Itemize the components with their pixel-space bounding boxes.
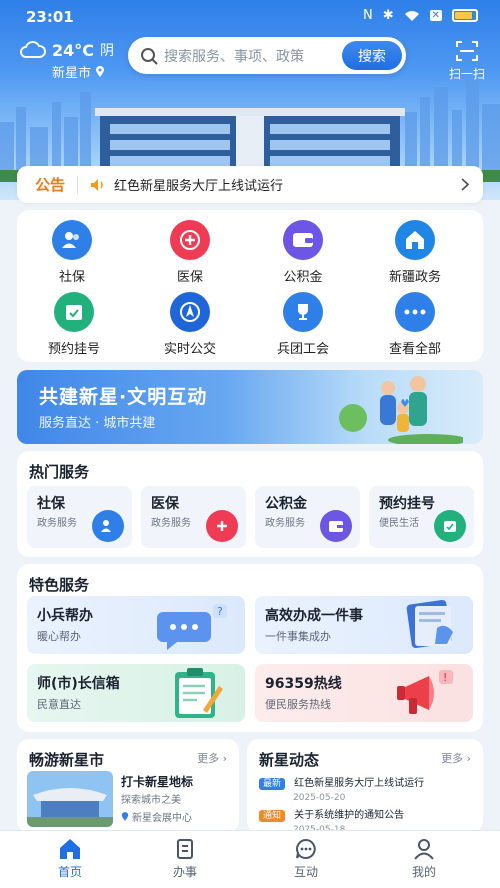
chat-icon	[296, 838, 316, 859]
featured-services-card: 特色服务 小兵帮办 暖心帮办 ? 高效办成一件事 一件事集成办 师(市)长信箱 …	[17, 564, 483, 732]
tour-title: 畅游新星市	[29, 751, 105, 769]
sim-off-icon: ✕	[429, 10, 442, 21]
feature-one-thing[interactable]: 高效办成一件事 一件事集成办	[255, 596, 473, 654]
grid-item-union[interactable]: 兵团工会	[258, 292, 348, 357]
news-tag-latest: 最新	[259, 778, 286, 790]
city-name: 新星市	[52, 66, 92, 81]
svg-text:?: ?	[217, 605, 223, 618]
plus-icon	[206, 510, 238, 542]
grid-item-medical-insurance[interactable]: 医保	[145, 220, 235, 285]
scan-label: 扫一扫	[448, 67, 485, 81]
grid-item-realtime-bus[interactable]: 实时公交	[145, 292, 235, 357]
tab-interact[interactable]: 互动	[266, 838, 346, 880]
tour-more-link[interactable]: 更多 ›	[197, 750, 227, 766]
hot-services-title: 热门服务	[29, 463, 90, 481]
service-grid: 社保 医保 公积金 新疆政务 预约挂号 实时公交 兵团工会 查看全部	[17, 210, 483, 362]
megaphone-icon: !	[397, 670, 453, 714]
feature-hotline[interactable]: 96359热线 便民服务热线 !	[255, 664, 473, 722]
grid-item-appointment[interactable]: 预约挂号	[29, 292, 119, 357]
scan-button[interactable]: 扫一扫	[448, 40, 486, 82]
bottom-tab-bar: 首页 办事 互动 我的	[0, 830, 500, 888]
bluetooth-icon: ✱	[382, 8, 394, 23]
banner-title: 共建新星·文明互动	[39, 386, 208, 408]
calendar-icon	[54, 292, 94, 332]
landmark-photo	[27, 771, 113, 827]
feature-helper[interactable]: 小兵帮办 暖心帮办 ?	[27, 596, 245, 654]
temperature: 24°C	[52, 40, 95, 60]
notice-bar[interactable]: 公告 红色新星服务大厅上线试运行	[17, 166, 483, 203]
clipboard-icon	[175, 668, 223, 718]
document-icon	[177, 839, 193, 859]
people-icon	[92, 510, 124, 542]
search-input[interactable]: 搜索服务、事项、政策	[164, 46, 342, 66]
status-bar: 23:01 N ✱ ✕	[0, 0, 500, 34]
tour-location: 新星会展中心	[132, 813, 192, 824]
hot-item-appointment[interactable]: 预约挂号 便民生活	[369, 486, 474, 548]
speaker-icon	[91, 178, 103, 191]
search-bar[interactable]: 搜索服务、事项、政策 搜索	[128, 37, 406, 74]
location-pin-icon	[96, 66, 105, 77]
chat-bubble-icon: ?	[157, 604, 227, 650]
family-illustration	[339, 376, 463, 444]
notice-text: 红色新星服务大厅上线试运行	[114, 179, 284, 194]
people-icon	[52, 220, 92, 260]
tour-item-title: 打卡新星地标	[121, 775, 194, 789]
folder-icon	[406, 599, 453, 649]
home-icon	[395, 220, 435, 260]
wallet-icon	[320, 510, 352, 542]
tour-item-subtitle: 探索城市之美	[121, 795, 181, 806]
grid-item-xinjiang-gov[interactable]: 新疆政务	[370, 220, 460, 285]
hot-services-card: 热门服务 社保 政务服务 医保 政务服务 公积金 政务服务 预约挂号 便民生活	[17, 451, 483, 557]
hot-item-housing-fund[interactable]: 公积金 政务服务	[255, 486, 360, 548]
cloud-icon	[20, 41, 46, 58]
wifi-icon	[404, 10, 419, 21]
wallet-icon	[283, 220, 323, 260]
home-icon	[60, 839, 80, 859]
status-time: 23:01	[26, 8, 74, 26]
search-button[interactable]: 搜索	[342, 41, 402, 70]
chevron-right-icon	[461, 178, 469, 191]
tab-home[interactable]: 首页	[30, 838, 110, 880]
battery-icon	[452, 9, 478, 22]
weather-widget[interactable]: 24°C 阴 新星市	[20, 40, 114, 81]
search-icon	[141, 47, 158, 65]
scan-icon	[456, 41, 478, 61]
tab-services[interactable]: 办事	[145, 838, 225, 880]
news-title: 新星动态	[259, 751, 320, 769]
promo-banner[interactable]: 共建新星·文明互动 服务直达 · 城市共建	[17, 370, 483, 444]
grid-item-view-all[interactable]: 查看全部	[370, 292, 460, 357]
hot-item-social-security[interactable]: 社保 政务服务	[27, 486, 132, 548]
grid-item-housing-fund[interactable]: 公积金	[258, 220, 348, 285]
trophy-icon	[283, 292, 323, 332]
news-tag-notice: 通知	[259, 810, 286, 822]
more-icon	[395, 292, 435, 332]
svg-text:!: !	[443, 671, 447, 684]
location-pin-icon	[121, 812, 129, 821]
notice-tag: 公告	[35, 176, 66, 194]
feature-mayor-mailbox[interactable]: 师(市)长信箱 民意直达	[27, 664, 245, 722]
compass-icon	[170, 292, 210, 332]
plus-icon	[170, 220, 210, 260]
news-card: 新星动态 更多 › 最新 红色新星服务大厅上线试运行 2025-05-20 通知…	[247, 739, 483, 835]
banner-subtitle: 服务直达 · 城市共建	[39, 416, 156, 431]
hot-item-medical-insurance[interactable]: 医保 政务服务	[141, 486, 246, 548]
tour-card[interactable]: 畅游新星市 更多 › 打卡新星地标 探索城市之美 新星会展中心	[17, 739, 239, 833]
user-icon	[414, 839, 434, 860]
calendar-icon	[434, 510, 466, 542]
news-more-link[interactable]: 更多 ›	[441, 750, 471, 766]
tab-profile[interactable]: 我的	[384, 838, 464, 880]
grid-item-social-security[interactable]: 社保	[27, 220, 117, 285]
weather-condition: 阴	[100, 43, 115, 59]
featured-services-title: 特色服务	[29, 576, 90, 594]
nfc-icon: N	[362, 8, 373, 23]
news-item[interactable]: 最新 红色新星服务大厅上线试运行 2025-05-20	[259, 771, 424, 803]
